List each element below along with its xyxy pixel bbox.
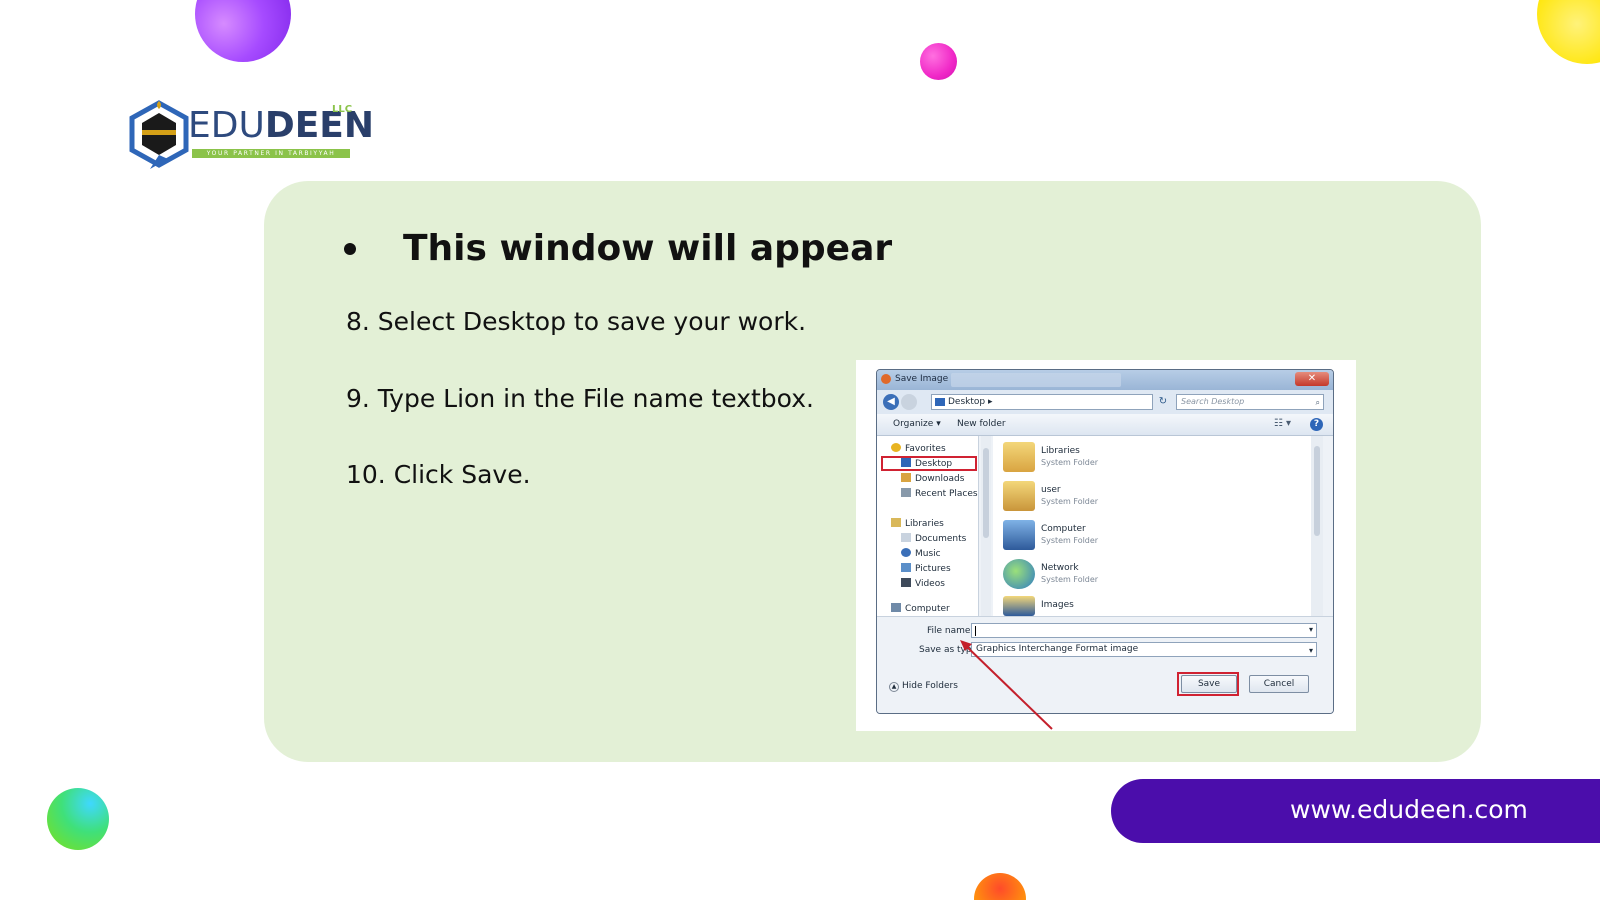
content-scrollbar[interactable]	[1311, 436, 1323, 616]
step-8-text: 8. Select Desktop to save your work.	[346, 307, 807, 336]
recent-places-icon	[901, 488, 911, 497]
music-icon	[901, 548, 911, 557]
nav-scrollbar[interactable]	[981, 436, 991, 616]
content-scroll-thumb[interactable]	[1314, 446, 1320, 536]
refresh-icon[interactable]: ↻	[1155, 394, 1171, 410]
decorative-purple-circle	[195, 0, 291, 62]
libraries-icon	[891, 518, 901, 527]
documents-icon	[901, 533, 911, 542]
decorative-yellow-circle	[1537, 0, 1600, 64]
dialog-title: Save Image	[895, 374, 949, 384]
browser-icon	[881, 374, 891, 384]
heading-text: This window will appear	[403, 228, 893, 269]
decorative-green-circle	[47, 788, 109, 850]
slide-heading: This window will appear	[344, 224, 892, 274]
chevron-down-icon[interactable]: ▾	[1309, 625, 1313, 634]
libraries-folder-icon	[1003, 442, 1035, 472]
new-folder-button[interactable]: New folder	[957, 419, 1006, 429]
file-list: Libraries System Folder user System Fold…	[993, 436, 1323, 616]
star-icon	[891, 443, 901, 452]
save-dialog-screenshot: Save Image ✕ ◀ Desktop ▸ ↻ Search Deskto…	[856, 360, 1356, 731]
back-arrow-icon[interactable]: ◀	[883, 394, 899, 410]
search-input[interactable]: Search Desktop ⌕	[1176, 394, 1324, 410]
search-placeholder: Search Desktop	[1181, 397, 1245, 406]
step-9-text: 9. Type Lion in the File name textbox.	[346, 384, 814, 413]
nav-computer[interactable]: Computer	[891, 602, 987, 616]
videos-icon	[901, 578, 911, 587]
list-item[interactable]: Libraries System Folder	[1003, 440, 1223, 478]
decorative-orange-circle	[974, 873, 1026, 900]
downloads-folder-icon	[901, 473, 911, 482]
computer-icon	[891, 603, 901, 612]
save-type-select[interactable]: Graphics Interchange Format image ▾	[971, 642, 1317, 657]
list-item[interactable]: Network System Folder	[1003, 557, 1223, 595]
close-button[interactable]: ✕	[1295, 372, 1329, 386]
nav-scroll-thumb[interactable]	[983, 448, 989, 538]
hexagon-emblem-icon	[129, 100, 189, 169]
views-icon[interactable]: ☷ ▾	[1274, 418, 1291, 429]
decorative-pink-circle	[920, 43, 957, 80]
nav-libraries[interactable]: Libraries	[891, 517, 987, 531]
network-globe-icon	[1003, 559, 1035, 589]
bullet-icon	[344, 243, 356, 255]
images-folder-icon	[1003, 596, 1035, 616]
help-icon[interactable]: ?	[1310, 418, 1323, 431]
desktop-icon	[935, 398, 945, 406]
pictures-icon	[901, 563, 911, 572]
desktop-highlight-box	[881, 456, 977, 471]
organize-menu[interactable]: Organize ▾	[893, 419, 941, 429]
list-item[interactable]: Computer System Folder	[1003, 518, 1223, 556]
logo-tagline: YOUR PARTNER IN TARBIYYAH	[192, 149, 350, 158]
nav-favorites[interactable]: Favorites	[891, 442, 987, 456]
address-field[interactable]: Desktop ▸	[931, 394, 1153, 410]
text-caret	[975, 626, 976, 636]
logo-llc-suffix: LLC	[332, 104, 353, 115]
save-highlight-box	[1177, 672, 1239, 696]
background-tab	[951, 373, 1121, 387]
computer-icon	[1003, 520, 1035, 550]
hide-folders-toggle[interactable]: ▲ Hide Folders	[889, 681, 958, 692]
forward-arrow-icon[interactable]	[901, 394, 917, 410]
step-10-text: 10. Click Save.	[346, 460, 531, 489]
address-path: Desktop	[948, 397, 986, 407]
save-form: File name: ▾ Save as type: Graphics Inte…	[877, 616, 1333, 713]
chevron-down-icon[interactable]: ▾	[1309, 644, 1313, 657]
edudeen-logo: EDUDEEN LLC YOUR PARTNER IN TARBIYYAH	[128, 95, 374, 177]
file-name-label: File name:	[927, 626, 974, 636]
user-folder-icon	[1003, 481, 1035, 511]
list-item[interactable]: user System Folder	[1003, 479, 1223, 517]
file-name-input[interactable]: ▾	[971, 623, 1317, 638]
address-bar: ◀ Desktop ▸ ↻ Search Desktop ⌕	[877, 390, 1333, 414]
save-image-dialog: Save Image ✕ ◀ Desktop ▸ ↻ Search Deskto…	[876, 369, 1334, 714]
dialog-toolbar: Organize ▾ New folder ☷ ▾ ?	[877, 414, 1333, 436]
website-url[interactable]: www.edudeen.com	[1290, 793, 1528, 827]
dialog-titlebar: Save Image ✕	[877, 370, 1333, 390]
chevron-up-icon: ▲	[889, 682, 899, 692]
cancel-button[interactable]: Cancel	[1249, 675, 1309, 693]
search-icon: ⌕	[1315, 398, 1320, 407]
